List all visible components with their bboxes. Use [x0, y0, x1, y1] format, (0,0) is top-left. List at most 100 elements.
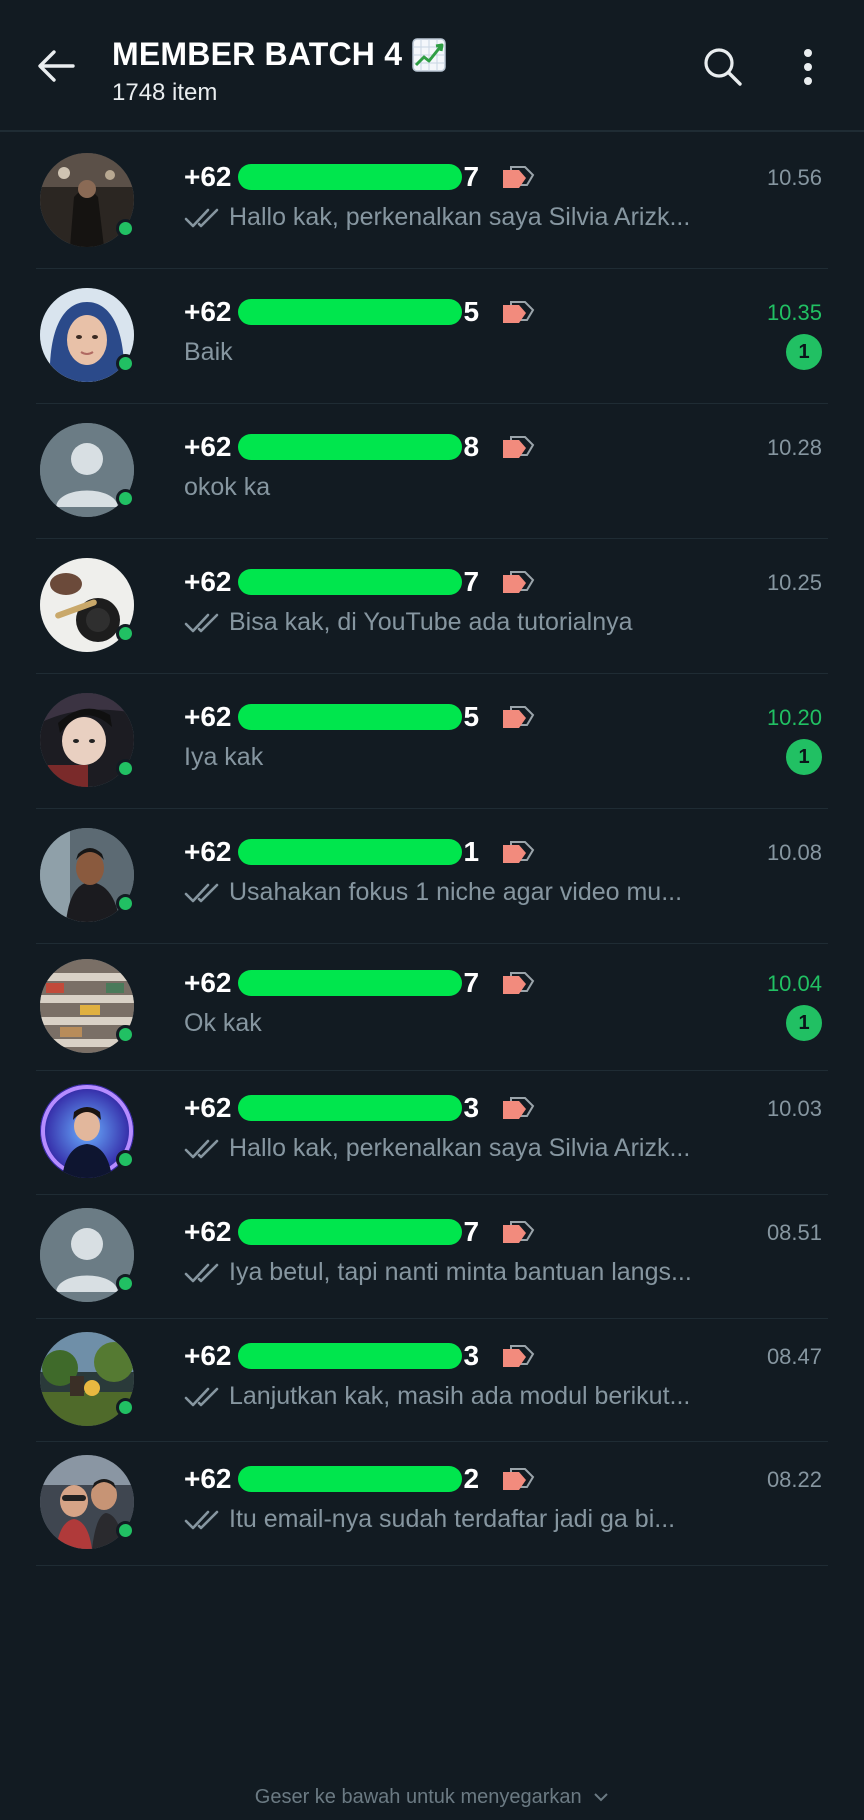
preview-text: Usahakan fokus 1 niche agar video mu... — [229, 878, 683, 906]
chat-row[interactable]: +62 2 08.22 Itu email-nya sudah terdaftar j… — [0, 1442, 864, 1566]
status-ring-indicator — [116, 219, 135, 238]
chat-row[interactable]: +62 3 08.47 Lanjutkan kak, masih ada modul … — [0, 1319, 864, 1442]
refresh-hint-text: Geser ke bawah untuk menyegarkan — [254, 1786, 582, 1808]
phone-prefix: +62 — [184, 431, 232, 462]
message-preview: Bisa kak, di YouTube ada tutorialnya — [184, 608, 633, 637]
message-time: 10.03 — [766, 1096, 822, 1121]
chat-row[interactable]: +62 8 10.28 okok ka — [0, 404, 864, 539]
contact-name: +62 7 — [184, 566, 535, 598]
chat-row[interactable]: +62 5 10.20 Iya kak 1 — [0, 674, 864, 809]
preview-text: Iya kak — [184, 743, 264, 771]
message-time: 10.25 — [766, 570, 822, 595]
chat-list[interactable]: +62 7 10.56 Hallo kak, perkenalkan saya Sil… — [0, 134, 864, 1566]
message-preview: Usahakan fokus 1 niche agar video mu... — [184, 878, 682, 907]
phone-suffix: 3 — [463, 1092, 480, 1123]
phone-suffix: 7 — [463, 967, 480, 998]
status-ring-indicator — [116, 759, 135, 778]
status-ring-indicator — [116, 894, 135, 913]
phone-suffix: 3 — [463, 1340, 480, 1371]
arrow-left-icon — [38, 50, 75, 82]
phone-prefix: +62 — [184, 1092, 232, 1123]
redaction-bar — [237, 434, 462, 460]
contact-name: +62 2 — [184, 1463, 535, 1495]
redaction-bar — [237, 839, 462, 865]
preview-text: Itu email-nya sudah terdaftar jadi ga bi… — [229, 1505, 676, 1533]
contact-name: +62 5 — [184, 296, 535, 328]
message-preview: Lanjutkan kak, masih ada modul berikut..… — [184, 1382, 690, 1411]
message-time: 08.51 — [766, 1220, 822, 1245]
phone-prefix: +62 — [184, 1340, 232, 1371]
message-time: 10.28 — [766, 435, 822, 460]
double-check-icon — [184, 1387, 219, 1406]
search-icon — [704, 48, 742, 86]
contact-name: +62 7 — [184, 161, 535, 193]
chat-row[interactable]: +62 1 10.08 Usahakan fokus 1 niche agar vid… — [0, 809, 864, 944]
phone-prefix: +62 — [184, 566, 232, 597]
redaction-bar — [237, 299, 462, 325]
message-time: 10.04 — [766, 971, 822, 996]
redaction-bar — [237, 1466, 462, 1492]
phone-prefix: +62 — [184, 836, 232, 867]
message-preview: okok ka — [184, 473, 270, 502]
chevron-down-icon — [594, 1793, 608, 1802]
message-time: 08.47 — [766, 1344, 822, 1369]
status-ring-indicator — [116, 1398, 135, 1417]
unread-count-badge: 1 — [786, 1005, 822, 1041]
label-tag-icon — [503, 972, 535, 994]
status-ring-indicator — [116, 1025, 135, 1044]
label-tag-icon — [503, 1097, 535, 1119]
phone-prefix: +62 — [184, 296, 232, 327]
message-time: 10.08 — [766, 840, 822, 865]
group-name: MEMBER BATCH 4 — [112, 36, 403, 72]
message-preview: Hallo kak, perkenalkan saya Silvia Arizk… — [184, 1134, 690, 1163]
preview-text: Ok kak — [184, 1009, 262, 1037]
redaction-bar — [237, 164, 462, 190]
phone-suffix: 7 — [463, 1216, 480, 1247]
status-ring-indicator — [116, 354, 135, 373]
back-button[interactable] — [30, 40, 82, 92]
preview-text: Hallo kak, perkenalkan saya Silvia Arizk… — [229, 203, 691, 231]
double-check-icon — [184, 613, 219, 632]
chat-row[interactable]: +62 5 10.35 Baik 1 — [0, 269, 864, 404]
chat-row[interactable]: +62 7 10.25 Bisa kak, di YouTube ada tutori… — [0, 539, 864, 674]
phone-prefix: +62 — [184, 1216, 232, 1247]
phone-suffix: 1 — [463, 836, 480, 867]
preview-text: Hallo kak, perkenalkan saya Silvia Arizk… — [229, 1134, 691, 1162]
message-time: 10.20 — [766, 705, 822, 730]
status-ring-indicator — [116, 1521, 135, 1540]
chat-row[interactable]: +62 3 10.03 Hallo kak, perkenalkan saya Sil… — [0, 1071, 864, 1195]
preview-text: okok ka — [184, 473, 271, 501]
redaction-bar — [237, 569, 462, 595]
phone-suffix: 5 — [463, 701, 480, 732]
chat-row[interactable]: +62 7 10.56 Hallo kak, perkenalkan saya Sil… — [0, 134, 864, 269]
status-ring-indicator — [116, 624, 135, 643]
message-preview: Baik — [184, 338, 233, 367]
more-options-button[interactable] — [790, 44, 826, 90]
double-check-icon — [184, 883, 219, 902]
preview-text: Bisa kak, di YouTube ada tutorialnya — [229, 608, 633, 636]
phone-suffix: 8 — [463, 431, 480, 462]
phone-suffix: 7 — [463, 566, 480, 597]
search-button[interactable] — [700, 44, 746, 90]
item-count: 1748 item — [112, 79, 218, 106]
message-preview: Hallo kak, perkenalkan saya Silvia Arizk… — [184, 203, 690, 232]
chat-row[interactable]: +62 7 10.04 Ok kak 1 — [0, 944, 864, 1071]
label-tag-icon — [503, 1345, 535, 1367]
double-check-icon — [184, 208, 219, 227]
redaction-bar — [237, 1343, 462, 1369]
preview-text: Lanjutkan kak, masih ada modul berikut..… — [229, 1382, 691, 1410]
phone-suffix: 5 — [463, 296, 480, 327]
contact-name: +62 3 — [184, 1092, 535, 1124]
chat-row[interactable]: +62 7 08.51 Iya betul, tapi nanti minta ban… — [0, 1195, 864, 1319]
status-ring-indicator — [116, 1274, 135, 1293]
redaction-bar — [237, 970, 462, 996]
message-time: 10.35 — [766, 300, 822, 325]
label-tag-icon — [503, 1221, 535, 1243]
contact-name: +62 7 — [184, 967, 535, 999]
contact-name: +62 5 — [184, 701, 535, 733]
contact-name: +62 7 — [184, 1216, 535, 1248]
more-vertical-icon — [804, 49, 812, 85]
double-check-icon — [184, 1139, 219, 1158]
header-title-area[interactable]: MEMBER BATCH 4 1748 item — [112, 36, 446, 107]
double-check-icon — [184, 1263, 219, 1282]
